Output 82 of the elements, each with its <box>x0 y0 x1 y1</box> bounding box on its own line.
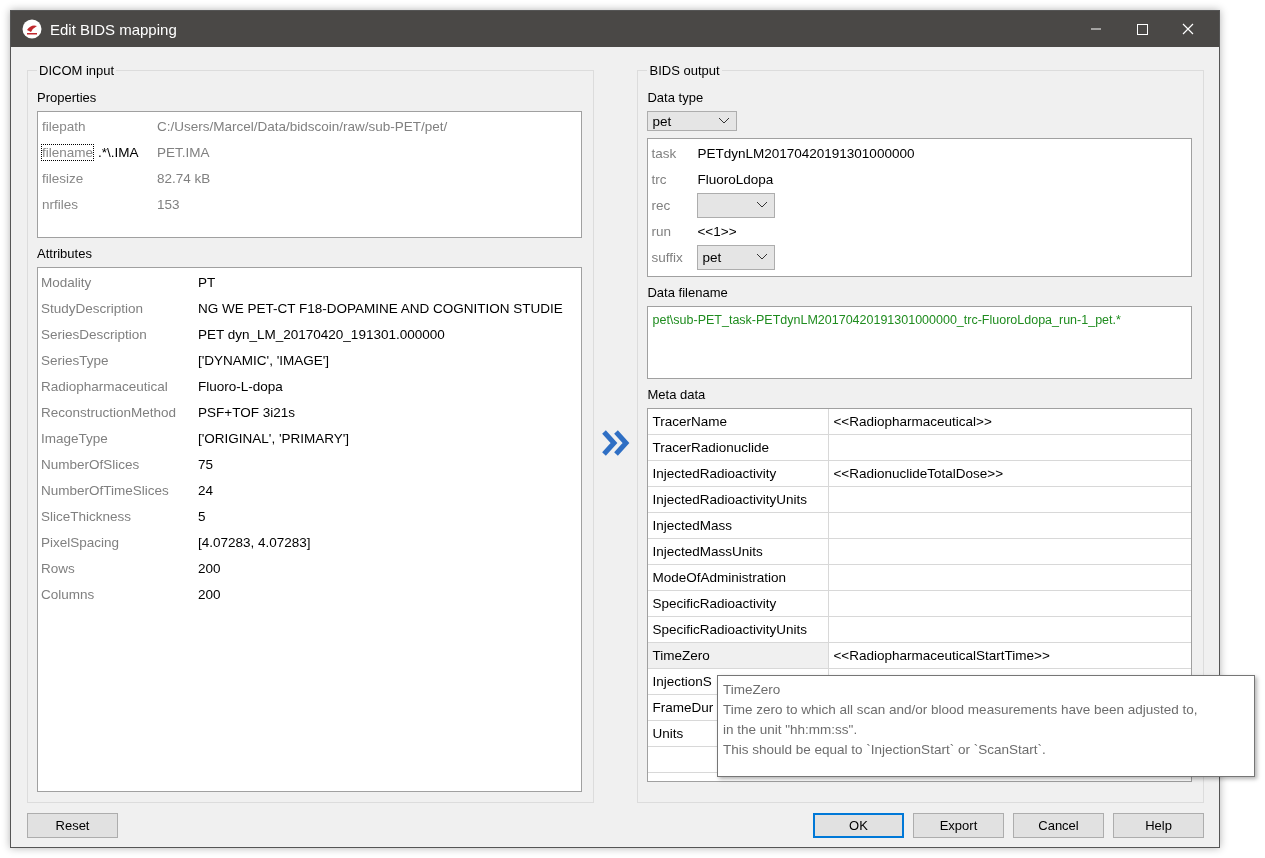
dialog-button[interactable]: Help <box>1113 813 1204 838</box>
attribute-value[interactable]: ['DYNAMIC', 'IMAGE'] <box>198 352 330 368</box>
filename-pattern[interactable]: .*\.IMA <box>98 144 139 160</box>
entity-key: task <box>651 145 698 161</box>
dialog-button[interactable]: Export <box>913 813 1004 838</box>
attribute-key: SeriesDescription <box>41 326 198 342</box>
attribute-key: Columns <box>41 586 198 602</box>
attribute-value[interactable]: 200 <box>198 586 221 602</box>
entity-key: run <box>651 223 698 239</box>
attribute-value[interactable]: PSF+TOF 3i21s <box>198 404 295 420</box>
attribute-value[interactable]: 24 <box>198 482 214 498</box>
attribute-value[interactable]: 5 <box>198 508 206 524</box>
attribute-key: ImageType <box>41 430 198 446</box>
meta-key-cell[interactable]: InjectedRadioactivityUnits <box>648 487 830 512</box>
entity-key: trc <box>651 171 698 187</box>
property-value: PET.IMA <box>157 144 210 160</box>
section-label: Meta data <box>647 387 707 402</box>
chevron-down-icon <box>718 117 731 125</box>
property-key[interactable]: nrfiles <box>41 195 79 213</box>
attribute-key: Modality <box>41 274 198 290</box>
section-label: Data type <box>647 90 705 105</box>
group-title: DICOM input <box>38 63 116 78</box>
section-label: Data filename <box>647 285 729 300</box>
property-key[interactable]: filepath <box>41 117 87 135</box>
meta-value-cell[interactable]: <<RadionuclideTotalDose>> <box>829 461 1191 486</box>
attribute-value[interactable]: PET dyn_LM_20170420_191301.000000 <box>198 326 445 342</box>
attribute-key: ReconstructionMethod <box>41 404 198 420</box>
entity-value[interactable]: <<1>> <box>697 223 737 239</box>
property-value: 82.74 kB <box>157 170 211 186</box>
attribute-value[interactable]: Fluoro-L-dopa <box>198 378 283 394</box>
property-key[interactable]: filesize <box>41 169 85 187</box>
attribute-key: SeriesType <box>41 352 198 368</box>
meta-value-cell[interactable]: <<RadiopharmaceuticalStartTime>> <box>829 643 1191 668</box>
meta-value-cell[interactable]: <<Radiopharmaceutical>> <box>829 409 1191 434</box>
group-title: BIDS output <box>648 63 721 78</box>
attribute-key: StudyDescription <box>41 300 198 316</box>
dialog-button[interactable]: OK <box>813 813 904 838</box>
entity-value[interactable]: PETdynLM20170420191301000000 <box>697 145 915 161</box>
window-title: Edit BIDS mapping <box>50 20 178 38</box>
meta-key-cell[interactable]: TracerName <box>648 409 830 434</box>
meta-key-cell[interactable]: TimeZero <box>648 643 830 668</box>
app-logo-icon <box>22 19 42 39</box>
tooltip-text: Time zero to which all scan and/or blood measurements have been adjusted to, <box>723 701 1199 719</box>
section-label: Properties <box>37 90 98 105</box>
entity-value[interactable]: FluoroLdopa <box>697 171 774 187</box>
property-value: C:/Users/Marcel/Data/bidscoin/raw/sub-PET/pet/ <box>157 118 448 134</box>
entity-dropdown[interactable] <box>697 192 776 218</box>
tooltip-title: TimeZero <box>723 681 782 699</box>
meta-key-cell[interactable]: InjectedRadioactivity <box>648 461 830 486</box>
tooltip-text: This should be equal to `InjectionStart` or `ScanStart`. <box>723 741 1047 759</box>
attribute-key: NumberOfTimeSlices <box>41 482 198 498</box>
attribute-value[interactable]: ['ORIGINAL', 'PRIMARY'] <box>198 430 350 446</box>
chevron-down-icon <box>756 201 769 209</box>
attribute-value[interactable]: NG WE PET-CT F18-DOPAMINE AND COGNITION STUDIE <box>198 300 563 316</box>
property-key[interactable]: filename <box>41 143 95 161</box>
section-label: Attributes <box>37 246 93 261</box>
attribute-key: NumberOfSlices <box>41 456 198 472</box>
entity-dropdown[interactable]: pet <box>697 244 776 270</box>
attribute-value[interactable]: PT <box>198 274 216 290</box>
property-value: 153 <box>157 196 180 212</box>
attribute-key: SliceThickness <box>41 508 198 524</box>
attribute-value[interactable]: 75 <box>198 456 214 472</box>
attribute-key: PixelSpacing <box>41 534 198 550</box>
tooltip-text: in the unit "hh:mm:ss". <box>723 721 859 739</box>
meta-key-cell[interactable]: TracerRadionuclide <box>648 435 830 460</box>
double-chevron-icon <box>600 430 631 456</box>
meta-key-cell[interactable]: InjectedMass <box>648 513 830 538</box>
attribute-key: Rows <box>41 560 198 576</box>
attribute-value[interactable]: [4.07283, 4.07283] <box>198 534 311 550</box>
chevron-down-icon <box>756 253 769 261</box>
meta-key-cell[interactable]: SpecificRadioactivityUnits <box>648 617 830 642</box>
attribute-value[interactable]: 200 <box>198 560 221 576</box>
meta-key-cell[interactable]: InjectedMassUnits <box>648 539 830 564</box>
data-filename-field: pet\sub-PET_task-PETdynLM20170420191301000000_trc-FluoroLdopa_run-1_pet.* <box>647 306 1192 379</box>
meta-key-cell[interactable]: ModeOfAdministration <box>648 565 830 590</box>
data-type-dropdown[interactable]: pet <box>647 111 738 131</box>
entity-key: rec <box>651 197 698 213</box>
reset-button[interactable]: Reset <box>27 813 118 838</box>
dialog-button[interactable]: Cancel <box>1013 813 1104 838</box>
entity-key: suffix <box>651 249 698 265</box>
meta-key-cell[interactable]: SpecificRadioactivity <box>648 591 830 616</box>
attribute-key: Radiopharmaceutical <box>41 378 198 394</box>
